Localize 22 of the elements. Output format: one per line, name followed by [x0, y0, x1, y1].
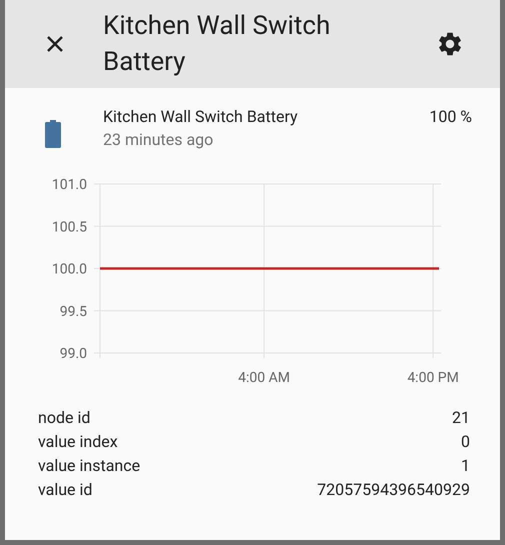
attribute-value: 21 [452, 407, 470, 429]
entity-name: Kitchen Wall Switch Battery [103, 106, 298, 128]
y-tick-label: 101.0 [52, 177, 87, 193]
close-icon [45, 34, 65, 54]
attribute-value: 0 [461, 431, 470, 453]
attribute-name: value id [38, 479, 92, 501]
settings-icon [436, 30, 464, 58]
attribute-name: node id [38, 407, 90, 429]
attribute-name: value index [38, 431, 118, 453]
y-tick-label: 100.5 [52, 219, 87, 236]
attribute-name: value instance [38, 455, 140, 477]
y-tick-label: 99.0 [60, 346, 87, 362]
x-tick-label: 4:00 PM [407, 370, 459, 386]
attribute-value: 1 [461, 455, 470, 477]
attribute-value: 72057594396540929 [317, 479, 470, 501]
entity-state: 100 % [429, 106, 472, 128]
battery-icon [45, 120, 61, 148]
y-tick-label: 99.5 [60, 304, 87, 320]
y-tick-label: 100.0 [52, 262, 87, 278]
last-changed-time: 23 minutes ago [103, 129, 214, 151]
x-tick-label: 4:00 AM [238, 370, 290, 386]
dialog-title: Kitchen Wall Switch Battery [103, 10, 332, 79]
